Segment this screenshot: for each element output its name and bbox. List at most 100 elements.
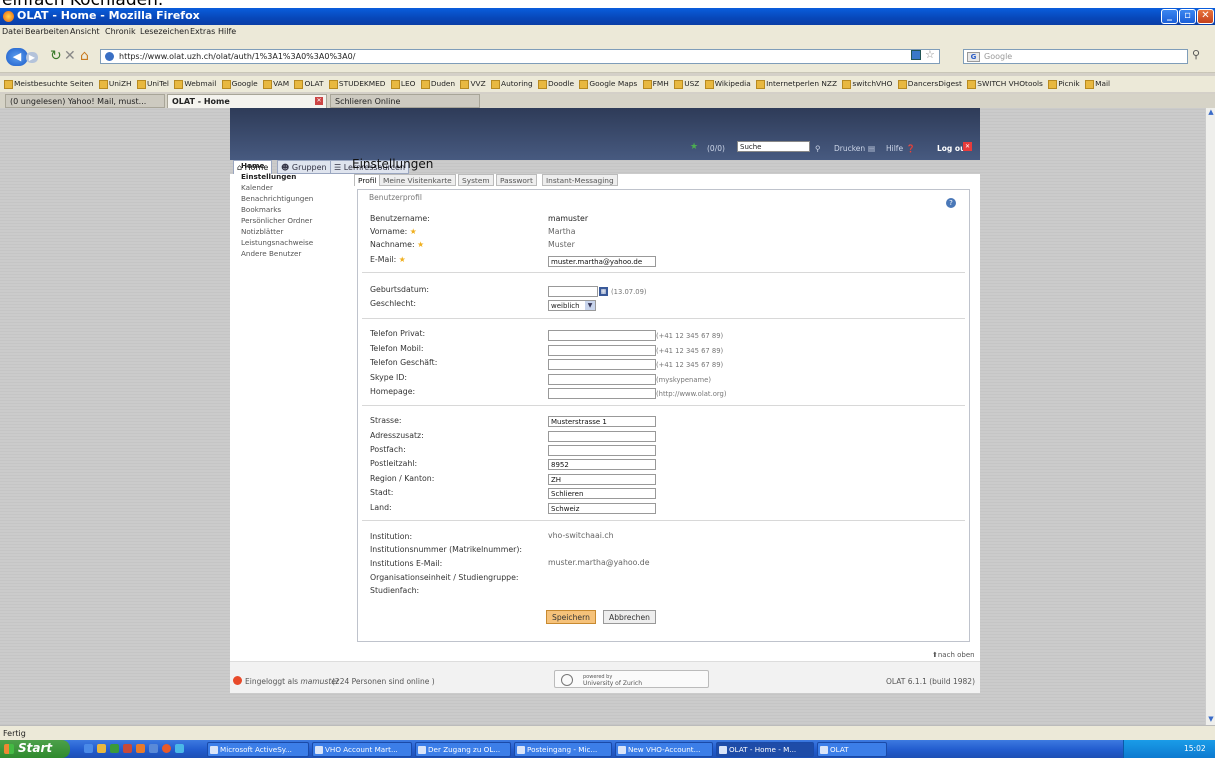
clock[interactable]: 15:02 bbox=[1184, 744, 1206, 753]
gender-select[interactable]: weiblich ▼ bbox=[548, 300, 596, 311]
bookmark-item[interactable]: Webmail bbox=[174, 79, 216, 89]
bookmark-item[interactable]: SWITCH VHOtools bbox=[967, 79, 1043, 89]
bookmark-item[interactable]: USZ bbox=[674, 79, 699, 89]
sidebar-item-andere-benutzer[interactable]: Andere Benutzer bbox=[241, 249, 301, 258]
sidebar-item-bookmarks[interactable]: Bookmarks bbox=[241, 205, 281, 214]
url-bar[interactable]: https://www.olat.uzh.ch/olat/auth/1%3A1%… bbox=[100, 49, 940, 64]
start-button[interactable]: Start bbox=[0, 740, 70, 758]
taskbar-item[interactable]: Der Zugang zu OL... bbox=[415, 742, 511, 757]
bookmark-item[interactable]: Meistbesuchte Seiten bbox=[4, 79, 93, 89]
homepage-field[interactable] bbox=[548, 388, 656, 399]
printer-icon[interactable]: ▤ bbox=[868, 144, 875, 153]
browser-tab-olat[interactable]: OLAT - Home ✕ bbox=[167, 94, 327, 108]
quicklaunch-icon[interactable] bbox=[84, 744, 93, 753]
menu-lesezeichen[interactable]: Lesezeichen bbox=[140, 27, 189, 36]
bookmark-item[interactable]: Internetperlen NZZ bbox=[756, 79, 837, 89]
bookmark-item[interactable]: STUDEKMED bbox=[328, 79, 385, 89]
bookmark-item[interactable]: VAM bbox=[263, 79, 289, 89]
forward-button[interactable]: ▶ bbox=[26, 52, 38, 63]
bookmark-counter[interactable]: (0/0) bbox=[707, 144, 725, 153]
minimize-button[interactable]: _ bbox=[1161, 9, 1178, 24]
menu-hilfe[interactable]: Hilfe bbox=[218, 27, 236, 36]
addr-extra-field[interactable] bbox=[548, 431, 656, 442]
browser-tab-schlieren[interactable]: Schlieren Online bbox=[330, 94, 480, 108]
bookmark-item[interactable]: Google bbox=[221, 79, 258, 89]
help-circle-icon[interactable]: ❓ bbox=[906, 144, 915, 153]
logout-icon[interactable]: ✕ bbox=[963, 142, 972, 151]
bookmark-item[interactable]: FMH bbox=[642, 79, 669, 89]
bookmark-item[interactable]: OLAT bbox=[294, 79, 324, 89]
taskbar-item-active[interactable]: OLAT - Home - M... bbox=[716, 742, 814, 757]
web-search-box[interactable]: G Google bbox=[963, 49, 1188, 64]
print-link[interactable]: Drucken bbox=[834, 144, 865, 153]
context-help-icon[interactable]: ? bbox=[946, 198, 956, 208]
back-to-top-link[interactable]: ⬆nach oben bbox=[932, 651, 975, 659]
maximize-button[interactable]: ▫ bbox=[1179, 9, 1196, 24]
quicklaunch-icon[interactable] bbox=[123, 744, 132, 753]
bookmark-item[interactable]: Picnik bbox=[1048, 79, 1080, 89]
subtab-instant-messaging[interactable]: Instant-Messaging bbox=[542, 174, 618, 186]
bookmark-item[interactable]: Doodle bbox=[538, 79, 574, 89]
quicklaunch-icon[interactable] bbox=[175, 744, 184, 753]
online-count[interactable]: (224 Personen sind online ) bbox=[332, 677, 435, 686]
bookmark-item[interactable]: switchVHO bbox=[842, 79, 892, 89]
magnifier-icon[interactable]: ⚲ bbox=[1192, 48, 1200, 61]
street-field[interactable]: Musterstrasse 1 bbox=[548, 416, 656, 427]
firefox-quicklaunch-icon[interactable] bbox=[162, 744, 171, 753]
cancel-button[interactable]: Abbrechen bbox=[603, 610, 656, 624]
sidebar-item-notizblaetter[interactable]: Notizblätter bbox=[241, 227, 283, 236]
taskbar-item[interactable]: OLAT bbox=[817, 742, 887, 757]
menu-ansicht[interactable]: Ansicht bbox=[70, 27, 100, 36]
close-tab-icon[interactable]: ✕ bbox=[315, 97, 323, 105]
search-icon[interactable]: ⚲ bbox=[815, 144, 821, 153]
stop-icon[interactable]: ✕ bbox=[64, 49, 76, 63]
rss-icon[interactable] bbox=[911, 50, 921, 60]
browser-tab-yahoo[interactable]: (0 ungelesen) Yahoo! Mail, must... bbox=[5, 94, 165, 108]
birthdate-field[interactable] bbox=[548, 286, 598, 297]
help-link[interactable]: Hilfe bbox=[886, 144, 903, 153]
sidebar-item-benachrichtigungen[interactable]: Benachrichtigungen bbox=[241, 194, 313, 203]
bookmark-item[interactable]: Autoring bbox=[491, 79, 533, 89]
home-icon[interactable]: ⌂ bbox=[80, 49, 89, 63]
phone-business-field[interactable] bbox=[548, 359, 656, 370]
save-button[interactable]: Speichern bbox=[546, 610, 596, 624]
pobox-field[interactable] bbox=[548, 445, 656, 456]
country-field[interactable]: Schweiz bbox=[548, 503, 656, 514]
sidebar-item-leistungsnachweise[interactable]: Leistungsnachweise bbox=[241, 238, 313, 247]
bookmark-item[interactable]: Google Maps bbox=[579, 79, 637, 89]
subtab-visitenkarte[interactable]: Meine Visitenkarte bbox=[379, 174, 456, 186]
back-button[interactable]: ◀ bbox=[6, 48, 28, 66]
phone-mobile-field[interactable] bbox=[548, 345, 656, 356]
subtab-system[interactable]: System bbox=[458, 174, 494, 186]
sidebar-item-kalender[interactable]: Kalender bbox=[241, 183, 273, 192]
olat-search-input[interactable]: Suche bbox=[737, 141, 810, 152]
sidebar-item-einstellungen[interactable]: Einstellungen bbox=[241, 172, 296, 181]
taskbar-item[interactable]: VHO Account Mart... bbox=[312, 742, 412, 757]
email-field[interactable]: muster.martha@yahoo.de bbox=[548, 256, 656, 267]
reload-icon[interactable]: ↻ bbox=[50, 49, 62, 63]
bookmark-item[interactable]: VVZ bbox=[460, 79, 486, 89]
subtab-profil[interactable]: Profil bbox=[354, 174, 381, 186]
vertical-scrollbar[interactable]: ▲ ▼ bbox=[1205, 108, 1215, 725]
menu-datei[interactable]: Datei bbox=[2, 27, 23, 36]
scroll-up-icon[interactable]: ▲ bbox=[1206, 108, 1215, 118]
calendar-icon[interactable]: ▦ bbox=[599, 287, 608, 296]
phone-private-field[interactable] bbox=[548, 330, 656, 341]
quicklaunch-icon[interactable] bbox=[110, 744, 119, 753]
bookmark-item[interactable]: DancersDigest bbox=[897, 79, 962, 89]
bookmark-item[interactable]: UniTel bbox=[136, 79, 169, 89]
google-engine-icon[interactable]: G bbox=[967, 52, 980, 62]
quicklaunch-icon[interactable] bbox=[149, 744, 158, 753]
city-field[interactable]: Schlieren bbox=[548, 488, 656, 499]
bookmark-item[interactable]: Mail bbox=[1085, 79, 1110, 89]
subtab-passwort[interactable]: Passwort bbox=[496, 174, 537, 186]
menu-extras[interactable]: Extras bbox=[190, 27, 215, 36]
zip-field[interactable]: 8952 bbox=[548, 459, 656, 470]
bookmark-item[interactable]: Duden bbox=[420, 79, 455, 89]
quicklaunch-icon[interactable] bbox=[97, 744, 106, 753]
sidebar-item-home[interactable]: Home bbox=[241, 161, 264, 170]
menu-chronik[interactable]: Chronik bbox=[105, 27, 136, 36]
taskbar-item[interactable]: Microsoft ActiveSy... bbox=[207, 742, 309, 757]
skype-field[interactable] bbox=[548, 374, 656, 385]
close-window-button[interactable]: ✕ bbox=[1197, 9, 1214, 24]
